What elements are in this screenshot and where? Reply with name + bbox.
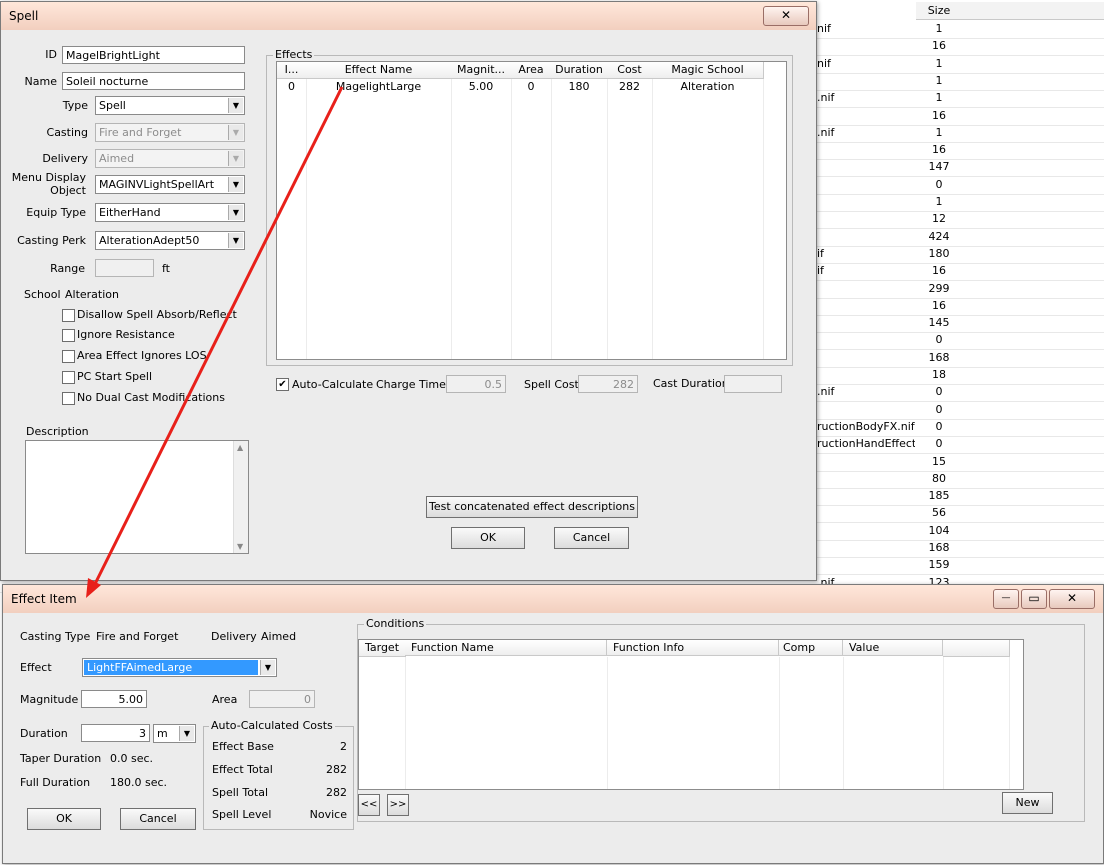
- annotation-arrow-line: [91, 86, 344, 589]
- annotation-arrowhead: [86, 578, 101, 598]
- annotation-arrow: [86, 86, 344, 598]
